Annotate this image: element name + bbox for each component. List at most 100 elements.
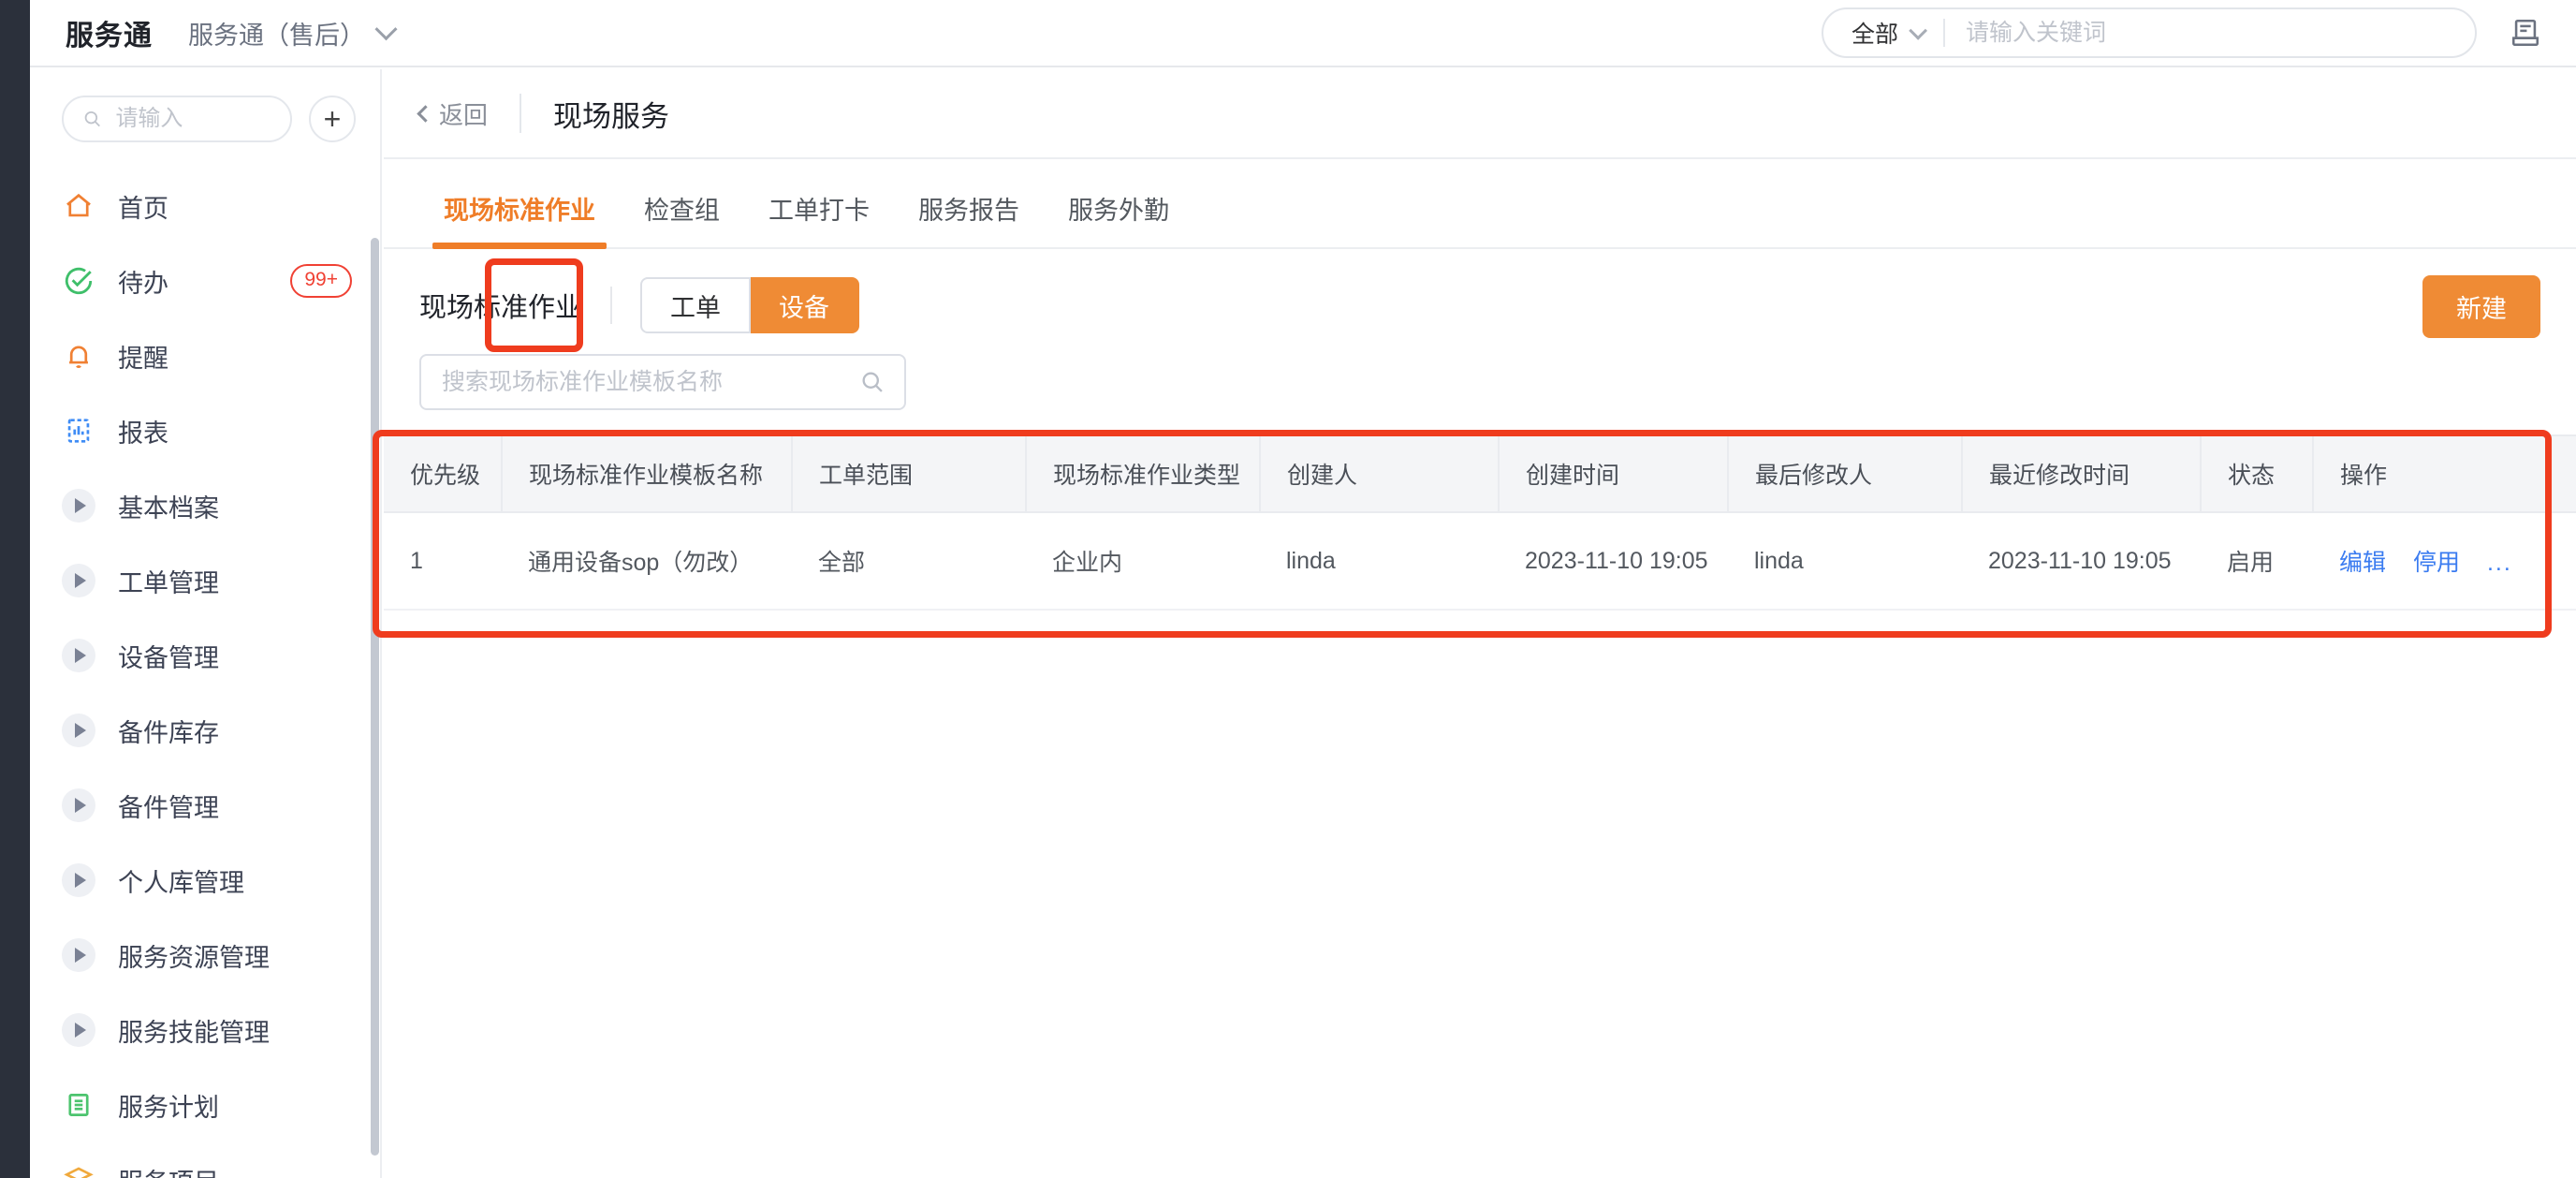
sidebar-item-service-skill-mgmt[interactable]: 服务技能管理 [30, 993, 380, 1068]
sidebar-item-work-order-mgmt[interactable]: 工单管理 [30, 543, 380, 618]
tab-service-fieldwork[interactable]: 服务外勤 [1044, 190, 1193, 247]
template-search-input[interactable] [442, 368, 859, 396]
column-header-modify-time[interactable]: 最近修改时间 [1962, 434, 2202, 513]
home-icon [62, 189, 95, 223]
cell-template-name: 通用设备sop（勿改） [502, 512, 792, 611]
sidebar-item-service-resource-mgmt[interactable]: 服务资源管理 [30, 918, 380, 993]
column-header-actions: 操作 [2313, 434, 2576, 513]
tenant-switcher[interactable]: 服务通（售后） [188, 15, 398, 52]
sidebar-item-label: 提醒 [118, 344, 168, 373]
column-header-create-time[interactable]: 创建时间 [1499, 434, 1729, 513]
tab-onsite-standard-operation[interactable]: 现场标准作业 [419, 190, 620, 249]
tab-service-report[interactable]: 服务报告 [894, 190, 1044, 247]
sidebar-item-label: 服务项目 [118, 1162, 219, 1178]
plan-icon [62, 1088, 95, 1122]
chevron-down-icon [1909, 21, 1928, 40]
sidebar-item-label: 服务资源管理 [118, 943, 270, 972]
toolbar: 现场标准作业 工单 设备 新建 [384, 249, 2576, 338]
column-header-sop-type[interactable]: 现场标准作业类型 [1026, 434, 1261, 513]
sidebar-nav: 首页 待办 99+ 提醒 报表 基本档案 工单管理 设备管理 备件库存 备件管理… [30, 163, 380, 1178]
caret-right-icon [62, 489, 95, 523]
tab-work-order-checkin[interactable]: 工单打卡 [744, 190, 894, 247]
new-button[interactable]: 新建 [2422, 275, 2540, 338]
sidebar-item-basic-archive[interactable]: 基本档案 [30, 468, 380, 543]
column-header-work-order-scope[interactable]: 工单范围 [792, 434, 1027, 513]
template-search-row [384, 333, 2576, 410]
more-actions-button[interactable]: ... [2487, 550, 2512, 576]
sidebar-item-label: 设备管理 [118, 643, 219, 672]
divider [1943, 19, 1946, 47]
divider [610, 287, 613, 324]
sidebar-item-label: 报表 [118, 419, 168, 448]
sidebar-item-service-plan[interactable]: 服务计划 [30, 1068, 380, 1142]
column-header-template-name[interactable]: 现场标准作业模板名称 [502, 434, 793, 513]
sidebar-item-reminder[interactable]: 提醒 [30, 318, 380, 393]
sidebar-item-report[interactable]: 报表 [30, 393, 380, 468]
app-brand: 服务通 [66, 21, 153, 52]
column-header-creator[interactable]: 创建人 [1260, 434, 1500, 513]
cell-creator: linda [1260, 512, 1499, 611]
segment-work-order[interactable]: 工单 [640, 277, 752, 333]
segment-device[interactable]: 设备 [751, 277, 860, 333]
chevron-left-icon [417, 104, 434, 123]
sidebar: + 首页 待办 99+ [30, 69, 382, 1178]
sidebar-item-home[interactable]: 首页 [30, 169, 380, 243]
back-label: 返回 [439, 100, 489, 129]
sidebar-search[interactable] [62, 96, 292, 142]
template-search[interactable] [419, 354, 906, 410]
chevron-down-icon [374, 17, 398, 40]
sidebar-item-personal-stock-mgmt[interactable]: 个人库管理 [30, 843, 380, 918]
divider [520, 94, 522, 133]
section-title: 现场标准作业 [419, 293, 583, 323]
sidebar-item-label: 待办 [118, 269, 168, 298]
inbox-icon[interactable] [2505, 12, 2546, 53]
sop-table-wrapper: 优先级 现场标准作业模板名称 工单范围 现场标准作业类型 创建人 创建时间 最后… [384, 434, 2576, 611]
cell-sop-type: 企业内 [1026, 512, 1260, 611]
cell-modify-time: 2023-11-10 19:05 [1962, 512, 2201, 611]
column-header-status[interactable]: 状态 [2201, 434, 2314, 513]
add-button[interactable]: + [309, 96, 356, 142]
cell-work-order-scope: 全部 [792, 512, 1026, 611]
main-content: 返回 现场服务 现场标准作业 检查组 工单打卡 服务报告 服务外勤 现场标准作业… [384, 69, 2576, 1178]
tab-inspection-group[interactable]: 检查组 [620, 190, 744, 247]
page-title: 现场服务 [553, 99, 670, 133]
sidebar-item-service-project[interactable]: 服务项目 [30, 1142, 380, 1178]
caret-right-icon [62, 788, 95, 822]
cell-last-modifier: linda [1728, 512, 1962, 611]
back-button[interactable]: 返回 [417, 96, 489, 131]
sidebar-item-spare-mgmt[interactable]: 备件管理 [30, 768, 380, 843]
check-circle-icon [62, 264, 95, 298]
global-search-input[interactable] [1966, 19, 2360, 47]
segmented-control: 工单 设备 [640, 277, 860, 333]
caret-right-icon [62, 1013, 95, 1047]
sidebar-item-todo[interactable]: 待办 99+ [30, 243, 380, 318]
global-search-scope[interactable]: 全部 [1823, 16, 1928, 50]
sop-table: 优先级 现场标准作业模板名称 工单范围 现场标准作业类型 创建人 创建时间 最后… [384, 434, 2576, 611]
global-search[interactable]: 全部 [1822, 7, 2477, 58]
sidebar-search-row: + [30, 69, 380, 163]
sidebar-item-label: 首页 [118, 194, 168, 223]
caret-right-icon [62, 714, 95, 747]
sidebar-item-spare-stock[interactable]: 备件库存 [30, 693, 380, 768]
sidebar-scrollbar[interactable] [371, 238, 379, 1156]
cell-priority: 1 [384, 512, 502, 611]
disable-link[interactable]: 停用 [2413, 550, 2460, 576]
status-badge: 99+ [290, 263, 352, 299]
sidebar-search-input[interactable] [115, 106, 271, 132]
column-header-last-modifier[interactable]: 最后修改人 [1728, 434, 1963, 513]
report-icon [62, 414, 95, 448]
sidebar-item-label: 基本档案 [118, 493, 219, 523]
cell-status: 启用 [2201, 512, 2313, 611]
table-header-row: 优先级 现场标准作业模板名称 工单范围 现场标准作业类型 创建人 创建时间 最后… [384, 434, 2576, 513]
caret-right-icon [62, 938, 95, 972]
top-header-right: 全部 [1822, 7, 2546, 58]
sidebar-item-device-mgmt[interactable]: 设备管理 [30, 618, 380, 693]
table-row[interactable]: 1 通用设备sop（勿改） 全部 企业内 linda 2023-11-10 19… [384, 512, 2576, 611]
layers-icon [62, 1163, 95, 1178]
edit-link[interactable]: 编辑 [2339, 550, 2386, 576]
search-icon [862, 372, 883, 392]
column-header-priority[interactable]: 优先级 [384, 434, 503, 513]
sidebar-item-label: 服务计划 [118, 1093, 219, 1122]
cell-create-time: 2023-11-10 19:05 [1499, 512, 1728, 611]
sidebar-item-label: 工单管理 [118, 568, 219, 597]
